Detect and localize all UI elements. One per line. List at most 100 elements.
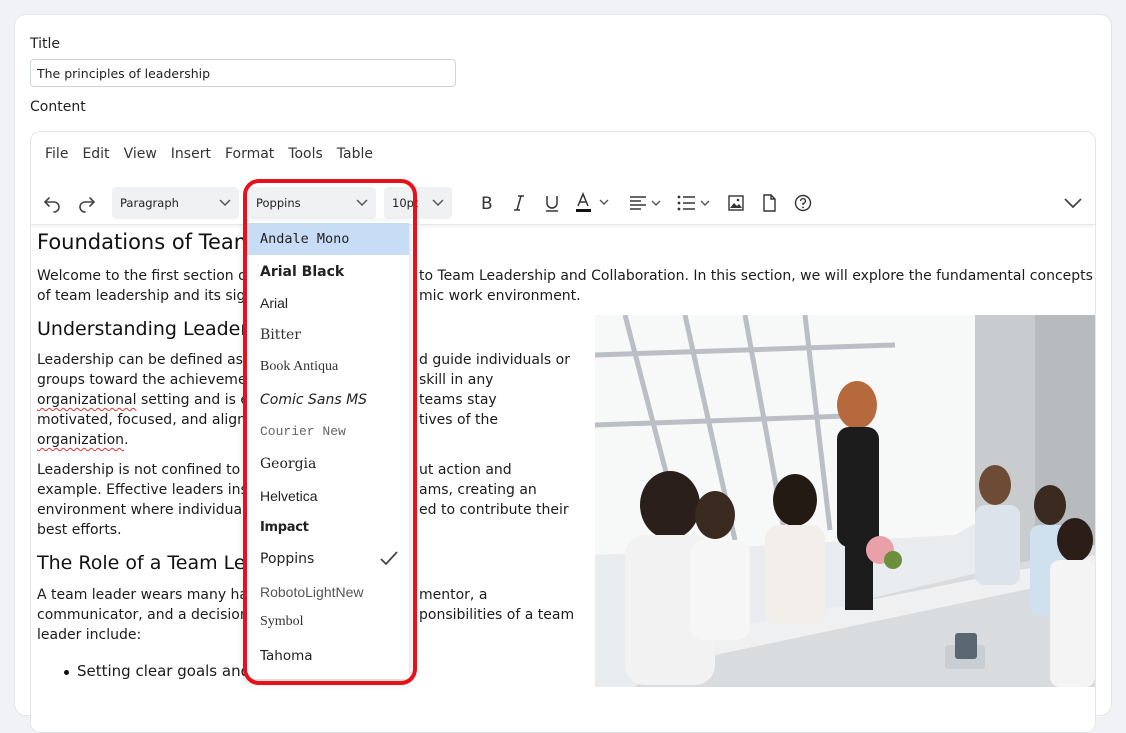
chevron-down-icon bbox=[1064, 198, 1082, 209]
undo-button[interactable] bbox=[39, 190, 65, 216]
insert-image-button[interactable] bbox=[723, 190, 749, 216]
text: skill in any bbox=[419, 372, 494, 388]
title-label: Title bbox=[30, 36, 61, 52]
document-body[interactable]: Foundations of Team Welcome to the first… bbox=[37, 228, 1095, 732]
font-option-tahoma[interactable]: Tahoma bbox=[245, 640, 409, 672]
chevron-down-icon bbox=[356, 199, 368, 207]
heading-foundations: Foundations of Team bbox=[37, 230, 255, 254]
font-option-roboto-light[interactable]: RobotoLightNew bbox=[245, 576, 409, 608]
document-button[interactable] bbox=[756, 190, 782, 216]
text: groups toward the achieveme bbox=[37, 372, 247, 388]
font-family-select[interactable]: Poppins bbox=[248, 187, 376, 219]
text: d guide individuals or bbox=[419, 352, 570, 368]
text: example. Effective leaders insp bbox=[37, 482, 257, 498]
align-left-icon bbox=[630, 196, 661, 210]
redo-icon bbox=[79, 197, 95, 213]
menu-format[interactable]: Format bbox=[225, 146, 274, 170]
chevron-down-icon bbox=[219, 199, 231, 207]
heading-understanding: Understanding Leader bbox=[37, 318, 249, 340]
font-option-courier-new[interactable]: Courier New bbox=[245, 415, 409, 447]
redo-button[interactable] bbox=[74, 190, 100, 216]
help-icon bbox=[794, 194, 812, 212]
text-color-icon bbox=[576, 192, 609, 212]
text: Leadership is not confined to a bbox=[37, 462, 254, 478]
spellcheck-word[interactable]: organizational bbox=[37, 392, 137, 408]
bold-button[interactable]: B bbox=[473, 190, 499, 216]
text: A team leader wears many ha bbox=[37, 587, 249, 603]
intro-text-d: mic work environment. bbox=[419, 288, 581, 304]
font-option-bitter[interactable]: Bitter bbox=[245, 319, 409, 351]
text: setting and is e bbox=[136, 392, 250, 408]
image-icon bbox=[728, 195, 744, 211]
text: mentor, a bbox=[419, 587, 488, 603]
role-line1: A team leader wears many ha mentor, a bbox=[37, 585, 487, 605]
font-family-value: Poppins bbox=[256, 196, 301, 210]
font-option-arial[interactable]: Arial bbox=[245, 287, 409, 319]
underline-button[interactable] bbox=[539, 190, 565, 216]
leadership-line4: motivated, focused, and aligne tives of t… bbox=[37, 410, 498, 430]
block-format-value: Paragraph bbox=[120, 196, 179, 210]
leadership-line5: organization. bbox=[37, 430, 129, 450]
role-line3: leader include: bbox=[37, 627, 142, 643]
font-option-andale-mono[interactable]: Andale Mono bbox=[245, 223, 409, 255]
underline-icon bbox=[546, 196, 558, 212]
menu-insert[interactable]: Insert bbox=[171, 146, 211, 170]
font-option-poppins[interactable]: Poppins bbox=[245, 543, 409, 575]
leadership2-line1: Leadership is not confined to a ut action… bbox=[37, 460, 512, 480]
help-button[interactable] bbox=[790, 190, 816, 216]
text-color-button[interactable] bbox=[573, 190, 613, 216]
meeting-photo-image bbox=[595, 315, 1095, 687]
font-option-book-antiqua[interactable]: Book Antiqua bbox=[245, 351, 409, 383]
font-option-helvetica[interactable]: Helvetica bbox=[245, 480, 409, 512]
role-line2: communicator, and a decision ponsibilitie… bbox=[37, 605, 574, 625]
menu-edit[interactable]: Edit bbox=[82, 146, 109, 170]
more-toolbar-button[interactable] bbox=[1060, 190, 1086, 216]
font-size-value: 10pt bbox=[392, 196, 419, 210]
bold-icon: B bbox=[481, 194, 493, 212]
font-option-georgia[interactable]: Georgia bbox=[245, 448, 409, 480]
meeting-photo[interactable] bbox=[595, 315, 1095, 687]
leadership2-line4: best efforts. bbox=[37, 522, 122, 538]
paragraph-intro-line2: of team leadership and its sign mic work … bbox=[37, 286, 581, 306]
title-input[interactable] bbox=[30, 59, 456, 87]
menu-view[interactable]: View bbox=[124, 146, 157, 170]
font-option-impact[interactable]: Impact bbox=[245, 511, 409, 543]
bullet-item: Setting clear goals and e bbox=[63, 662, 265, 680]
menu-file[interactable]: File bbox=[45, 146, 68, 170]
leadership2-line2: example. Effective leaders insp ams, crea… bbox=[37, 480, 537, 500]
text: environment where individuals bbox=[37, 502, 254, 518]
font-size-select[interactable]: 10pt bbox=[384, 187, 452, 219]
text: ponsibilities of a team bbox=[419, 607, 575, 623]
font-option-arial-black[interactable]: Arial Black bbox=[245, 256, 409, 288]
block-format-select[interactable]: Paragraph bbox=[112, 187, 239, 219]
paragraph-intro-line1: Welcome to the first section of to Team L… bbox=[37, 266, 1093, 286]
text: ut action and bbox=[419, 462, 512, 478]
bullet-list-icon bbox=[677, 195, 710, 211]
menu-table[interactable]: Table bbox=[337, 146, 373, 170]
font-option-poppins-label: Poppins bbox=[260, 551, 315, 567]
text: communicator, and a decision bbox=[37, 607, 249, 623]
leadership-line1: Leadership can be defined as d guide indi… bbox=[37, 350, 570, 370]
chevron-down-icon bbox=[432, 199, 444, 207]
align-button[interactable] bbox=[627, 190, 667, 216]
italic-button[interactable] bbox=[506, 190, 532, 216]
checkmark-icon bbox=[380, 551, 398, 566]
spellcheck-word[interactable]: organization bbox=[37, 432, 124, 448]
text: motivated, focused, and aligne bbox=[37, 412, 255, 428]
intro-text-a: Welcome to the first section of bbox=[37, 268, 252, 284]
undo-icon bbox=[44, 197, 60, 213]
font-family-dropdown: Andale Mono Arial Black Arial Bitter Boo… bbox=[245, 221, 409, 679]
heading-role: The Role of a Team Le bbox=[37, 552, 246, 574]
menubar: File Edit View Insert Format Tools Table bbox=[31, 146, 373, 170]
font-option-symbol[interactable]: Symbol bbox=[245, 606, 409, 638]
text: ed to contribute their bbox=[419, 502, 569, 518]
text: ams, creating an bbox=[419, 482, 537, 498]
text: Leadership can be defined as bbox=[37, 352, 243, 368]
bullet-list-button[interactable] bbox=[675, 190, 715, 216]
toolbar: Paragraph Poppins 10pt B bbox=[31, 184, 1095, 225]
editor-card: Title Content File Edit View Insert Form… bbox=[14, 14, 1112, 733]
menu-tools[interactable]: Tools bbox=[288, 146, 323, 170]
text: teams stay bbox=[419, 392, 497, 408]
italic-icon bbox=[514, 195, 524, 211]
font-option-comic-sans[interactable]: Comic Sans MS bbox=[245, 384, 409, 416]
